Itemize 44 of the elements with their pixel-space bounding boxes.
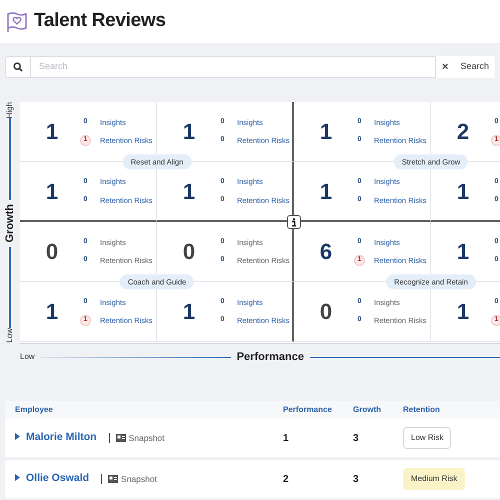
search-button[interactable]: Search bbox=[454, 56, 495, 78]
column-header[interactable]: Employee bbox=[15, 404, 283, 416]
count-value[interactable]: 1 bbox=[44, 174, 60, 208]
risk-tag: Medium Risk bbox=[403, 468, 466, 490]
count-value[interactable]: 0 bbox=[44, 235, 60, 268]
table-cell-text: 3 bbox=[353, 472, 360, 486]
count-value[interactable]: 1 bbox=[455, 295, 471, 328]
flag-heart-icon bbox=[6, 10, 28, 32]
axis-label: Low bbox=[4, 328, 15, 344]
axis-title: Performance bbox=[236, 350, 304, 365]
column-header[interactable]: Retention bbox=[403, 404, 500, 416]
employee-name-link[interactable]: Ollie Oswald bbox=[26, 471, 90, 487]
table-cell-text: 2 bbox=[283, 472, 290, 486]
snapshot-link[interactable]: Snapshot bbox=[108, 472, 157, 486]
count-value[interactable]: 1 bbox=[181, 295, 197, 328]
count-value[interactable]: 1 bbox=[44, 295, 60, 328]
count-value[interactable]: 1 bbox=[455, 235, 471, 268]
id-card-icon bbox=[108, 475, 118, 483]
count-value[interactable]: 1 bbox=[44, 115, 60, 148]
search-icon bbox=[5, 56, 31, 78]
axis-title: Growth bbox=[2, 203, 17, 245]
risk-tag: Low Risk bbox=[403, 427, 452, 449]
count-value[interactable]: 1 bbox=[318, 174, 334, 208]
id-card-icon bbox=[116, 434, 126, 442]
page-title: Talent Reviews bbox=[34, 9, 166, 34]
clear-button[interactable]: × bbox=[436, 56, 454, 78]
count-value[interactable]: 6 bbox=[318, 235, 334, 268]
info-icon[interactable] bbox=[287, 215, 301, 229]
count-value[interactable]: 1 bbox=[455, 174, 471, 208]
count-value[interactable]: 0 bbox=[181, 235, 197, 268]
snapshot-link[interactable]: Snapshot bbox=[116, 432, 165, 444]
count-value[interactable]: 0 bbox=[318, 295, 334, 328]
search-field[interactable]: Search bbox=[31, 56, 436, 78]
employee-name-link[interactable]: Malorie Milton bbox=[26, 430, 97, 446]
axis-label: Low bbox=[20, 351, 35, 364]
count-value[interactable]: 1 bbox=[318, 115, 334, 148]
count-value[interactable]: 1 bbox=[181, 174, 197, 208]
column-header[interactable]: Performance bbox=[283, 404, 353, 416]
table-cell-text: 1 bbox=[283, 432, 290, 446]
count-value[interactable]: 1 bbox=[181, 115, 197, 148]
axis-label: High bbox=[4, 102, 15, 118]
count-value[interactable]: 2 bbox=[455, 115, 471, 148]
column-header[interactable]: Growth bbox=[353, 404, 403, 416]
table-cell-text: 3 bbox=[353, 432, 360, 446]
